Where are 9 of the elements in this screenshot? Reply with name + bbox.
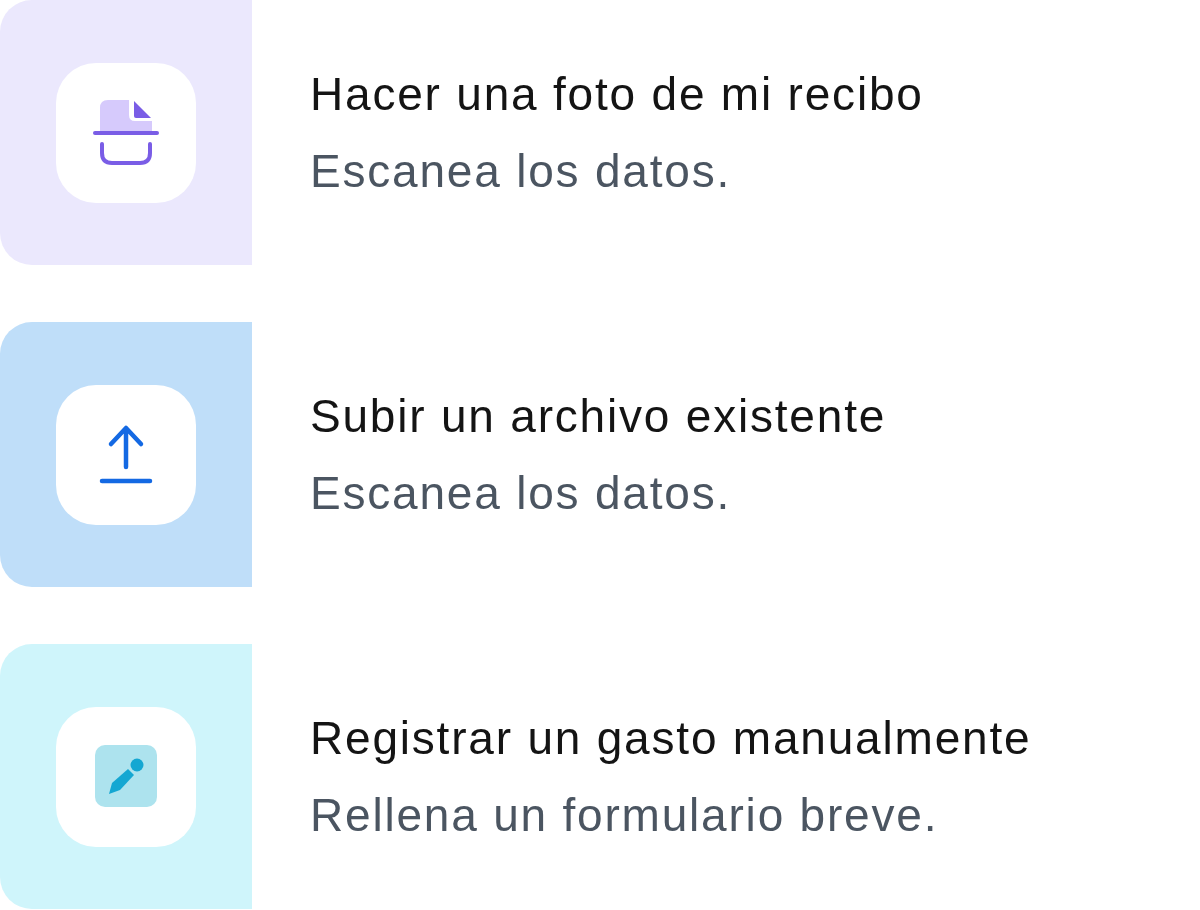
pencil-icon — [56, 706, 196, 847]
receipt-scan-icon — [56, 62, 196, 203]
option-description: Escanea los datos. — [310, 467, 732, 519]
option-title: Subir un archivo existente — [310, 390, 887, 442]
option-description: Escanea los datos. — [310, 145, 732, 197]
option-title: Hacer una foto de mi recibo — [310, 68, 924, 120]
option-description: Rellena un formulario breve. — [310, 789, 939, 841]
upload-icon — [56, 384, 196, 525]
option-title: Registrar un gasto manualmente — [310, 712, 1032, 764]
